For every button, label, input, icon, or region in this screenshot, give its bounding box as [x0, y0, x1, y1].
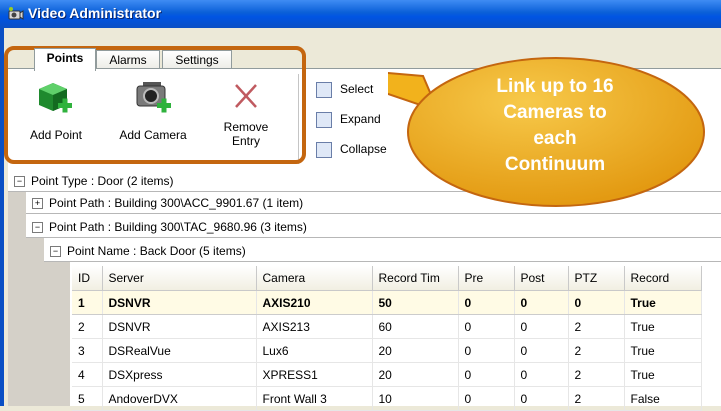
cell-pre: 0 [458, 386, 515, 411]
col-header-post[interactable]: Post [514, 266, 569, 291]
cell-ptz: 0 [568, 290, 625, 315]
col-header-id[interactable]: ID [72, 266, 103, 291]
table-row[interactable]: 2 DSNVR AXIS213 60 0 0 2 True [72, 314, 702, 339]
select-command[interactable]: Select [316, 82, 373, 98]
cell-post: 0 [514, 314, 569, 339]
group-indent-2 [26, 238, 44, 406]
table-row[interactable]: 1 DSNVR AXIS210 50 0 0 0 True [72, 290, 702, 315]
cell-record-time: 50 [372, 290, 459, 315]
window-title: Video Administrator [28, 5, 162, 21]
callout-line: Link up to 16 [496, 76, 614, 97]
col-header-pre[interactable]: Pre [458, 266, 515, 291]
group-indent-1 [8, 192, 26, 406]
expand-icon [316, 112, 332, 128]
callout-text: Link up to 16 Cameras to each Continuum [450, 74, 660, 178]
collapse-icon [316, 142, 332, 158]
collapse-toggle-icon[interactable]: − [32, 222, 43, 234]
cell-record: True [624, 314, 702, 339]
cell-record-time: 10 [372, 386, 459, 411]
cell-record-time: 20 [372, 362, 459, 387]
group-label: Point Name : Back Door (5 items) [67, 244, 246, 258]
cell-server: AndoverDVX [102, 386, 257, 411]
cell-id: 1 [72, 290, 103, 315]
expand-command[interactable]: Expand [316, 112, 381, 128]
cell-ptz: 2 [568, 338, 625, 363]
cell-camera: Front Wall 3 [256, 386, 373, 411]
cell-camera: Lux6 [256, 338, 373, 363]
cell-record: True [624, 338, 702, 363]
collapse-command[interactable]: Collapse [316, 142, 387, 158]
group-label: Point Path : Building 300\ACC_9901.67 (1… [49, 196, 304, 210]
cell-record: True [624, 290, 702, 315]
collapse-toggle-icon[interactable]: − [50, 246, 61, 258]
group-label: Point Type : Door (2 items) [31, 174, 174, 188]
cell-server: DSNVR [102, 314, 257, 339]
cell-ptz: 2 [568, 362, 625, 387]
cell-pre: 0 [458, 362, 515, 387]
expand-toggle-icon[interactable]: + [32, 198, 43, 210]
col-header-record[interactable]: Record [624, 266, 702, 291]
table-row[interactable]: 3 DSRealVue Lux6 20 0 0 2 True [72, 338, 702, 363]
cell-post: 0 [514, 386, 569, 411]
cell-server: DSRealVue [102, 338, 257, 363]
table-row[interactable]: 5 AndoverDVX Front Wall 3 10 0 0 2 False [72, 386, 702, 411]
cell-ptz: 2 [568, 386, 625, 411]
grid-icon [316, 82, 332, 98]
col-header-record-time[interactable]: Record Tim [372, 266, 459, 291]
callout-line: each [533, 128, 577, 149]
cell-ptz: 2 [568, 314, 625, 339]
callout-line: Cameras to [503, 102, 607, 123]
col-header-ptz[interactable]: PTZ [568, 266, 625, 291]
cell-record-time: 60 [372, 314, 459, 339]
cameras-table: ID Server Camera Record Tim Pre Post PTZ… [72, 266, 702, 411]
group-row-point-name[interactable]: − Point Name : Back Door (5 items) [44, 240, 721, 262]
cell-post: 0 [514, 362, 569, 387]
group-indent-3 [44, 262, 70, 406]
group-label: Point Path : Building 300\TAC_9680.96 (3… [49, 220, 307, 234]
col-header-camera[interactable]: Camera [256, 266, 373, 291]
cell-post: 0 [514, 338, 569, 363]
table-header-row: ID Server Camera Record Tim Pre Post PTZ… [72, 266, 702, 291]
title-bar: Video Administrator [0, 0, 721, 28]
app-camera-icon [8, 7, 24, 20]
table-row[interactable]: 4 DSXpress XPRESS1 20 0 0 2 True [72, 362, 702, 387]
cell-server: DSXpress [102, 362, 257, 387]
tab-points[interactable]: Points [34, 48, 96, 71]
cell-id: 4 [72, 362, 103, 387]
cell-id: 3 [72, 338, 103, 363]
cell-server: DSNVR [102, 290, 257, 315]
col-header-server[interactable]: Server [102, 266, 257, 291]
cell-camera: XPRESS1 [256, 362, 373, 387]
expand-label: Expand [340, 112, 381, 127]
cell-record: True [624, 362, 702, 387]
cell-record-time: 20 [372, 338, 459, 363]
callout-line: Continuum [504, 154, 606, 175]
cell-pre: 0 [458, 314, 515, 339]
collapse-toggle-icon[interactable]: − [14, 176, 25, 188]
cell-pre: 0 [458, 338, 515, 363]
cell-pre: 0 [458, 290, 515, 315]
cell-camera: AXIS210 [256, 290, 373, 315]
cell-id: 5 [72, 386, 103, 411]
cell-record: False [624, 386, 702, 411]
select-label: Select [340, 82, 374, 97]
cell-post: 0 [514, 290, 569, 315]
group-row-path2[interactable]: − Point Path : Building 300\TAC_9680.96 (… [26, 216, 721, 238]
collapse-label: Collapse [340, 142, 387, 157]
cell-id: 2 [72, 314, 103, 339]
cell-camera: AXIS213 [256, 314, 373, 339]
